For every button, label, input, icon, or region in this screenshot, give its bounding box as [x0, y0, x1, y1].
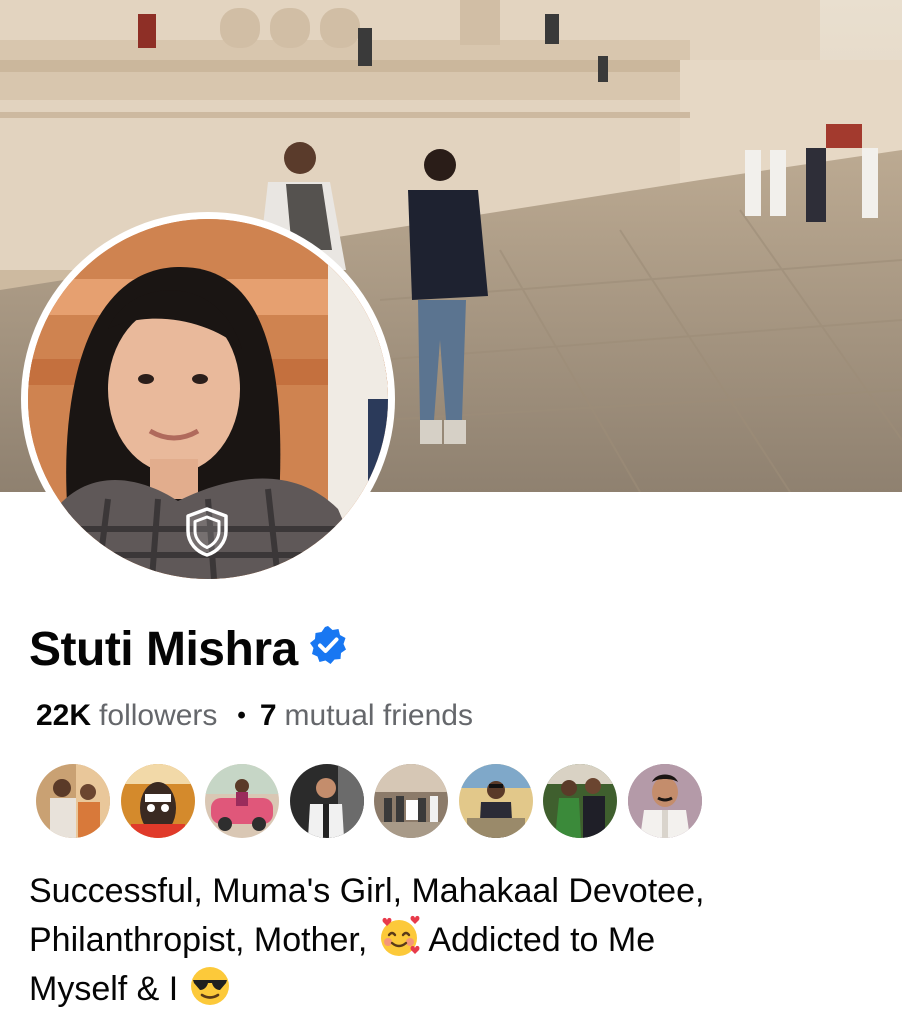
- bio-line: Myself & I: [29, 963, 869, 1012]
- profile-stats: 22K followers • 7 mutual friends: [36, 696, 473, 736]
- bio-line: Successful, Muma's Girl, Mahakaal Devote…: [29, 868, 869, 914]
- mutual-friend-avatar[interactable]: [120, 764, 195, 838]
- stats-separator: •: [237, 702, 246, 729]
- mutual-friend-avatar[interactable]: [36, 764, 110, 838]
- verified-badge-icon[interactable]: [308, 625, 348, 665]
- mutual-friends-label[interactable]: mutual friends: [285, 699, 473, 733]
- profile-name-row: Stuti Mishra: [29, 618, 348, 680]
- bio-text: Myself & I: [29, 970, 179, 1008]
- mutual-friend-avatar[interactable]: [543, 764, 617, 838]
- smiling-face-with-sunglasses-emoji-icon: [188, 963, 232, 1007]
- bio-text: Addicted to Me: [428, 921, 656, 959]
- bio-text: Successful, Muma's Girl, Mahakaal Devote…: [29, 872, 705, 910]
- profile-name: Stuti Mishra: [29, 622, 298, 676]
- smiling-face-with-hearts-emoji-icon: [377, 914, 421, 958]
- mutual-friend-avatar[interactable]: [627, 764, 702, 838]
- bio-text: Philanthropist, Mother,: [29, 921, 368, 959]
- profile-bio: Successful, Muma's Girl, Mahakaal Devote…: [29, 868, 869, 1012]
- bio-line: Philanthropist, Mother, Addicted to Me: [29, 914, 869, 963]
- followers-label[interactable]: followers: [99, 699, 217, 733]
- mutual-friends-list: [36, 764, 712, 840]
- shield-icon: [184, 506, 230, 558]
- mutual-friend-avatar[interactable]: [374, 764, 448, 838]
- mutual-friend-avatar[interactable]: [205, 764, 279, 838]
- mutual-friend-avatar[interactable]: [289, 764, 364, 838]
- mutual-friends-count[interactable]: 7: [260, 699, 277, 733]
- followers-count[interactable]: 22K: [36, 699, 91, 733]
- mutual-friend-avatar[interactable]: [458, 764, 533, 838]
